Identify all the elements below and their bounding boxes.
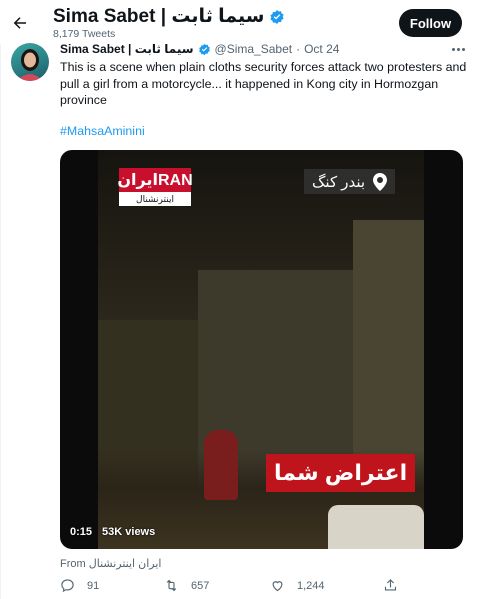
retweet-count: 657 [191,579,210,592]
tweet-actions: 91 657 1,244 [60,578,460,596]
source-name[interactable]: ایران اینترنشنال [89,558,162,570]
logo-sub-text: اینترنشنال [136,193,174,204]
protest-overlay-text: اعتراض شما [266,454,416,492]
reply-count: 91 [87,579,100,592]
tweet-text: This is a scene when plain cloths securi… [60,60,467,107]
video-frame: ایرانRAN اینترنشنال بندر کنگ اعتراض شما [98,150,424,549]
location-text: بندر کنگ [312,173,366,191]
tweet-date[interactable]: Oct 24 [304,42,339,56]
verified-badge-icon [198,43,210,55]
tweet-count: 8,179 Tweets [53,28,116,40]
video-views: 53K views [102,526,156,538]
video-stats: 0:15 53K views [70,526,155,538]
header-display-name: Sima Sabet | سیما ثابت [53,5,285,28]
iran-international-logo: ایرانRAN اینترنشنال [117,168,193,206]
share-button[interactable] [383,578,398,593]
video-player[interactable]: ایرانRAN اینترنشنال بندر کنگ اعتراض شما … [60,150,463,549]
retweet-button[interactable]: 657 [164,578,209,593]
more-options-button[interactable] [449,42,467,56]
hashtag-link[interactable]: #MahsaAminini [60,124,145,138]
frame-border [0,0,1,599]
avatar-portrait [17,49,43,81]
back-button[interactable] [6,9,34,37]
avatar[interactable] [11,43,49,81]
follow-button[interactable]: Follow [399,9,462,37]
share-icon [384,579,397,591]
tweet-author-line: Sima Sabet | سیما ثابت @Sima_Sabet · Oct… [60,42,339,56]
location-pin-icon [373,172,388,191]
reply-icon [61,579,74,593]
retweet-icon [166,579,177,592]
like-count: 1,244 [297,579,325,592]
like-icon [272,581,283,592]
separator-dot: · [296,42,301,56]
author-name[interactable]: Sima Sabet | سیما ثابت [60,42,194,56]
author-handle[interactable]: @Sima_Sabet [215,42,293,56]
header-name-text: Sima Sabet | سیما ثابت [53,6,265,27]
video-time: 0:15 [70,526,93,538]
more-icon [451,47,465,51]
profile-header: Sima Sabet | سیما ثابت 8,179 Tweets Foll… [0,0,483,44]
logo-top-text: ایرانRAN [117,168,193,192]
back-arrow-icon [13,17,26,29]
like-button[interactable]: 1,244 [270,578,325,593]
reply-button[interactable]: 91 [60,578,99,593]
scene-car [328,505,424,549]
source-label: From [60,558,86,570]
scene-person [204,430,238,500]
location-tag: بندر کنگ [304,169,396,194]
video-source: From ایران اینترنشنال [60,557,161,570]
verified-badge-icon [270,9,285,24]
